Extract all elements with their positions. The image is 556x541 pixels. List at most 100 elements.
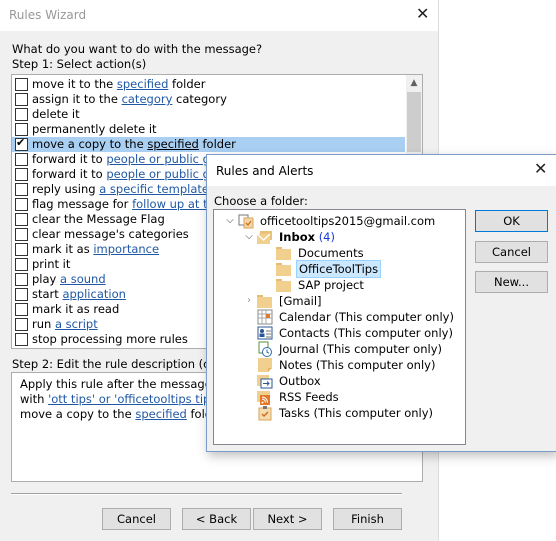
checkbox[interactable] — [15, 183, 28, 196]
action-text: assign it to the — [32, 92, 122, 106]
chevron-down-icon[interactable]: ⌵ — [225, 213, 235, 229]
folder-name: RSS Feeds — [279, 390, 339, 404]
window-title: Rules Wizard — [9, 8, 87, 22]
tasks-icon — [257, 405, 273, 421]
inbox-label: Inbox (4) — [277, 229, 337, 245]
action-text: permanently delete it — [32, 122, 157, 136]
action-label: move it to the specified folder — [32, 77, 205, 91]
checkbox[interactable] — [15, 78, 28, 91]
action-text: clear message's categories — [32, 227, 189, 241]
close-icon[interactable]: ✕ — [534, 161, 547, 177]
action-text: move it to the — [32, 77, 117, 91]
checkbox[interactable] — [15, 318, 28, 331]
action-text: flag message for — [32, 197, 133, 211]
notes-icon — [257, 357, 273, 373]
action-text: stop processing more rules — [32, 332, 188, 346]
chevron-down-icon[interactable]: ⌵ — [244, 229, 254, 245]
description-line-2: with 'ott tips' or 'officetooltips tips' — [20, 392, 219, 406]
action-item[interactable]: permanently delete it — [12, 122, 405, 137]
action-label: print it — [32, 257, 70, 271]
cancel-button[interactable]: Cancel — [102, 508, 171, 530]
action-text: mark it as — [32, 242, 94, 256]
checkbox-checked[interactable] — [15, 136, 28, 151]
finish-button[interactable]: Finish — [333, 508, 402, 530]
action-label: delete it — [32, 107, 80, 121]
back-button[interactable]: < Back — [182, 508, 251, 530]
account-name: officetooltips2015@gmail.com — [260, 214, 436, 228]
action-text: mark it as read — [32, 302, 120, 316]
scroll-thumb[interactable] — [407, 92, 421, 152]
question-label: What do you want to do with the message? — [12, 42, 263, 56]
checkbox[interactable] — [15, 273, 28, 286]
specified-folder-link[interactable]: specified — [135, 407, 187, 421]
choose-folder-label: Choose a folder: — [214, 194, 308, 208]
action-link[interactable]: specified — [117, 77, 169, 91]
checkbox[interactable] — [15, 93, 28, 106]
checkbox[interactable] — [15, 258, 28, 271]
keywords-link[interactable]: 'ott tips' or 'officetooltips tips' — [48, 392, 219, 406]
action-label: clear the Message Flag — [32, 212, 165, 226]
action-text: clear the Message Flag — [32, 212, 165, 226]
action-item[interactable]: move a copy to the specified folder — [12, 136, 405, 152]
folder-icon — [276, 245, 292, 261]
folder-name: OfficeToolTips — [296, 260, 382, 278]
step1-label: Step 1: Select action(s) — [12, 57, 147, 71]
checkbox[interactable] — [15, 108, 28, 121]
action-label: stop processing more rules — [32, 332, 188, 346]
new-folder-button[interactable]: New... — [475, 271, 548, 293]
folder-name: Notes (This computer only) — [279, 358, 436, 372]
rules-and-alerts-dialog: Rules and Alerts ✕ Choose a folder: ⌵ of… — [206, 154, 556, 452]
action-text: delete it — [32, 107, 80, 121]
folder-name: Tasks (This computer only) — [279, 406, 434, 420]
checkbox[interactable] — [15, 213, 28, 226]
action-link[interactable]: a script — [55, 317, 98, 331]
action-link[interactable]: specified — [147, 137, 199, 151]
description-text: with — [20, 392, 49, 406]
checkbox[interactable] — [15, 333, 28, 346]
separator — [11, 493, 402, 495]
action-text: move a copy to the — [32, 137, 148, 151]
close-icon[interactable]: ✕ — [416, 6, 429, 22]
action-item[interactable]: move it to the specified folder — [12, 77, 405, 92]
folder-name: Contacts (This computer only) — [279, 326, 453, 340]
action-link[interactable]: application — [62, 287, 125, 301]
action-text: print it — [32, 257, 71, 271]
dialog-cancel-button[interactable]: Cancel — [475, 241, 548, 263]
checkbox[interactable] — [15, 228, 28, 241]
folder-icon — [257, 293, 273, 309]
chevron-right-icon[interactable]: › — [244, 293, 254, 309]
scroll-up-icon[interactable]: ▲ — [406, 75, 422, 92]
action-text: category — [172, 92, 227, 106]
action-text: reply using — [32, 182, 100, 196]
action-text: forward it to — [32, 152, 107, 166]
checkbox[interactable] — [15, 243, 28, 256]
action-label: move a copy to the specified folder — [32, 137, 236, 151]
checkbox[interactable] — [15, 198, 28, 211]
folder-icon — [276, 277, 292, 293]
ok-button[interactable]: OK — [475, 210, 548, 232]
calendar-icon — [257, 309, 273, 325]
next-button[interactable]: Next > — [253, 508, 322, 530]
folder-name: SAP project — [298, 278, 364, 292]
checkbox[interactable] — [15, 123, 28, 136]
folder-name: Journal (This computer only) — [279, 342, 442, 356]
checkbox[interactable] — [15, 288, 28, 301]
action-link[interactable]: a sound — [60, 272, 106, 286]
checkbox[interactable] — [15, 153, 28, 166]
checkbox[interactable] — [15, 303, 28, 316]
action-link[interactable]: category — [122, 92, 173, 106]
action-link[interactable]: a specific template — [99, 182, 209, 196]
action-text: play — [32, 272, 61, 286]
outbox-icon — [257, 373, 273, 389]
action-item[interactable]: delete it — [12, 107, 405, 122]
checkbox[interactable] — [15, 168, 28, 181]
title-bar: Rules Wizard ✕ — [0, 0, 438, 31]
action-item[interactable]: assign it to the category category — [12, 92, 405, 107]
action-label: reply using a specific template — [32, 182, 209, 196]
folder-tree[interactable]: ⌵ officetooltips2015@gmail.com ⌵ Inbox (… — [213, 209, 466, 445]
folder-icon — [276, 261, 292, 277]
rss-icon — [257, 389, 273, 405]
action-link[interactable]: importance — [93, 242, 159, 256]
action-label: permanently delete it — [32, 122, 157, 136]
description-text: move a copy to the — [20, 407, 136, 421]
